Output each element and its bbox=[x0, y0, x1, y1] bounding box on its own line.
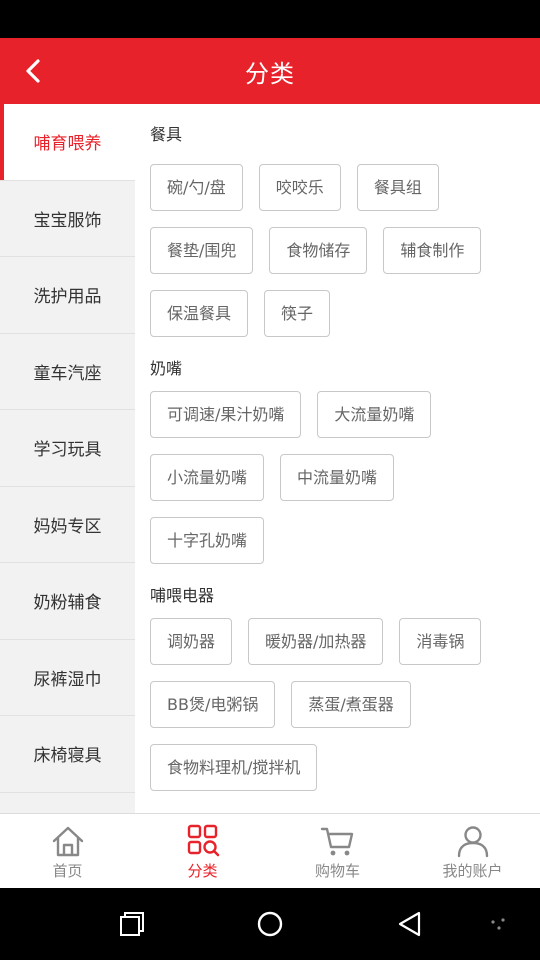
sidebar-item-diapers[interactable]: 尿裤湿巾 bbox=[0, 640, 135, 716]
sidebar-item-label: 床椅寝具 bbox=[33, 746, 102, 767]
sidebar-item-label: 尿裤湿巾 bbox=[33, 669, 102, 690]
sidebar-item-label: 学习玩具 bbox=[33, 440, 102, 461]
recent-apps-button[interactable] bbox=[110, 906, 150, 942]
category-tag[interactable]: 可调速/果汁奶嘴 bbox=[150, 391, 302, 438]
tab-label: 购物车 bbox=[314, 862, 360, 880]
tag-group: 食物料理机/搅拌机 bbox=[150, 744, 540, 791]
user-icon bbox=[457, 826, 488, 858]
tag-group: BB煲/电粥锅 蒸蛋/煮蛋器 bbox=[150, 681, 540, 728]
sidebar-item-label: 洗护用品 bbox=[33, 287, 102, 308]
sidebar-item-feeding[interactable]: 哺育喂养 bbox=[0, 104, 135, 181]
category-tag[interactable]: 消毒锅 bbox=[399, 618, 482, 665]
more-button[interactable] bbox=[478, 906, 518, 942]
bottom-tab-bar: 首页 分类 购物车 我的账户 bbox=[0, 813, 540, 888]
page-title: 分类 bbox=[245, 59, 295, 88]
sidebar-item-toys[interactable]: 学习玩具 bbox=[0, 410, 135, 487]
home-button[interactable] bbox=[250, 906, 290, 942]
sidebar-item-label: 奶粉辅食 bbox=[33, 593, 102, 614]
section-title: 餐具 bbox=[150, 125, 183, 144]
status-bar bbox=[0, 0, 540, 38]
home-icon bbox=[52, 826, 83, 857]
tag-group: 碗/勺/盘 咬咬乐 餐具组 bbox=[150, 164, 540, 211]
sidebar-item-mom[interactable]: 妈妈专区 bbox=[0, 487, 135, 563]
triangle-back-icon bbox=[398, 911, 421, 937]
category-tag[interactable]: 大流量奶嘴 bbox=[317, 391, 432, 438]
tab-category[interactable]: 分类 bbox=[135, 814, 270, 888]
category-tag[interactable]: BB煲/电粥锅 bbox=[150, 681, 276, 728]
section-title: 哺喂电器 bbox=[150, 586, 215, 605]
sidebar-item-label: 妈妈专区 bbox=[33, 516, 102, 537]
sidebar-item-label: 童车汽座 bbox=[33, 363, 102, 384]
sidebar-item-label: 哺育喂养 bbox=[33, 134, 102, 155]
category-icon bbox=[187, 824, 219, 857]
category-tag[interactable]: 中流量奶嘴 bbox=[280, 454, 395, 501]
tab-cart[interactable]: 购物车 bbox=[270, 814, 405, 888]
sidebar-item-care-products[interactable]: 洗护用品 bbox=[0, 257, 135, 334]
sidebar-item-bedding[interactable]: 床椅寝具 bbox=[0, 716, 135, 793]
category-content: 餐具 碗/勺/盘 咬咬乐 餐具组 餐垫/围兜 食物储存 辅食制作 保温餐具 筷子… bbox=[135, 104, 540, 813]
category-tag[interactable]: 餐垫/围兜 bbox=[150, 227, 254, 274]
sidebar-item-baby-clothing[interactable]: 宝宝服饰 bbox=[0, 181, 135, 257]
section-title: 奶嘴 bbox=[150, 359, 183, 378]
category-tag[interactable]: 食物储存 bbox=[269, 227, 368, 274]
category-tag[interactable]: 小流量奶嘴 bbox=[150, 454, 265, 501]
tab-label: 分类 bbox=[187, 862, 218, 880]
sidebar-item-formula[interactable]: 奶粉辅食 bbox=[0, 563, 135, 640]
sidebar-item-label: 宝宝服饰 bbox=[33, 210, 102, 231]
category-tag[interactable]: 十字孔奶嘴 bbox=[150, 517, 265, 564]
category-tag[interactable]: 食物料理机/搅拌机 bbox=[150, 744, 318, 791]
cart-icon bbox=[320, 827, 353, 856]
category-tag[interactable]: 保温餐具 bbox=[150, 290, 249, 337]
tab-home[interactable]: 首页 bbox=[0, 814, 135, 888]
category-tag[interactable]: 筷子 bbox=[264, 290, 331, 337]
category-tag[interactable]: 蒸蛋/煮蛋器 bbox=[291, 681, 411, 728]
app-header: 分类 bbox=[0, 38, 540, 104]
sidebar-item-strollers[interactable]: 童车汽座 bbox=[0, 334, 135, 410]
dots-icon bbox=[491, 918, 505, 930]
tab-label: 首页 bbox=[52, 862, 83, 880]
back-nav-button[interactable] bbox=[390, 906, 430, 942]
back-button[interactable] bbox=[14, 51, 54, 91]
chevron-left-icon bbox=[26, 59, 40, 83]
category-tag[interactable]: 碗/勺/盘 bbox=[150, 164, 243, 211]
category-tag[interactable]: 调奶器 bbox=[150, 618, 233, 665]
system-nav-bar bbox=[0, 888, 540, 960]
category-tag[interactable]: 餐具组 bbox=[356, 164, 439, 211]
tag-group: 调奶器 暖奶器/加热器 消毒锅 bbox=[150, 618, 540, 665]
recent-apps-icon bbox=[120, 912, 144, 936]
category-tag[interactable]: 辅食制作 bbox=[383, 227, 482, 274]
tag-group: 十字孔奶嘴 bbox=[150, 517, 540, 564]
category-tag[interactable]: 咬咬乐 bbox=[258, 164, 341, 211]
tab-account[interactable]: 我的账户 bbox=[405, 814, 540, 888]
category-tag[interactable]: 暖奶器/加热器 bbox=[248, 618, 384, 665]
home-circle-icon bbox=[257, 911, 283, 937]
category-sidebar: 哺育喂养 宝宝服饰 洗护用品 童车汽座 学习玩具 妈妈专区 奶粉辅食 尿裤湿巾 … bbox=[0, 104, 135, 813]
tag-group: 可调速/果汁奶嘴 大流量奶嘴 bbox=[150, 391, 540, 438]
tag-group: 保温餐具 筷子 bbox=[150, 290, 540, 337]
tag-group: 小流量奶嘴 中流量奶嘴 bbox=[150, 454, 540, 501]
tag-group: 餐垫/围兜 食物储存 辅食制作 bbox=[150, 227, 540, 274]
tab-label: 我的账户 bbox=[442, 862, 503, 880]
